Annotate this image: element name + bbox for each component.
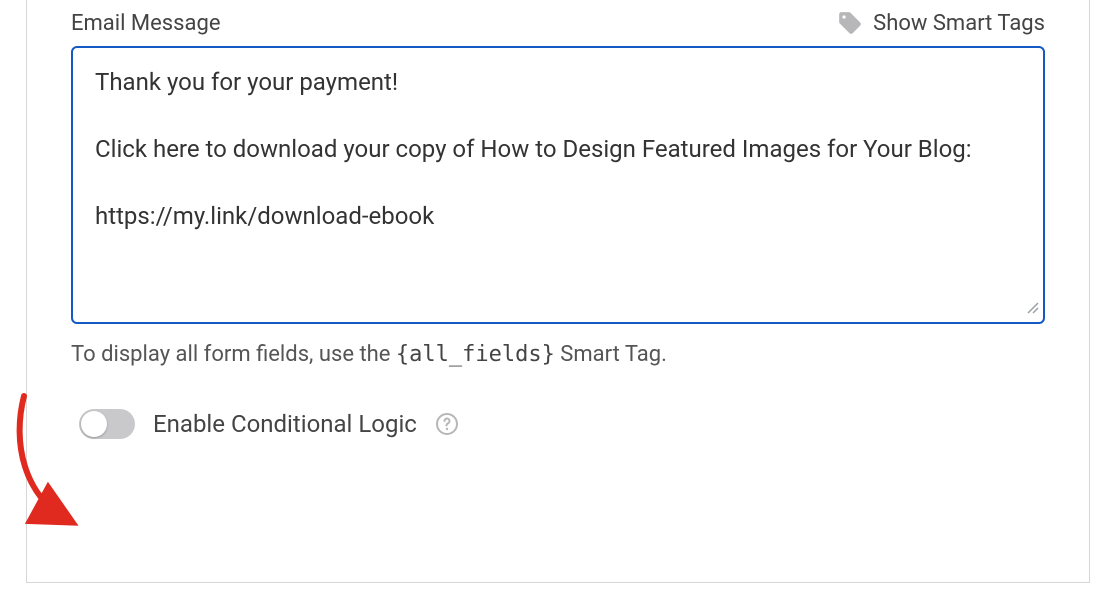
settings-panel: Email Message Show Smart Tags xyxy=(26,0,1090,583)
show-smart-tags-link[interactable]: Show Smart Tags xyxy=(837,10,1045,36)
hint-text-prefix: To display all form fields, use the xyxy=(71,342,396,367)
toggle-knob xyxy=(81,411,107,437)
conditional-logic-row: Enable Conditional Logic xyxy=(71,409,1045,439)
all-fields-hint: To display all form fields, use the {all… xyxy=(71,342,1045,367)
conditional-logic-toggle[interactable] xyxy=(79,409,135,439)
hint-text-suffix: Smart Tag. xyxy=(555,342,667,367)
email-message-label: Email Message xyxy=(71,11,221,36)
show-smart-tags-label: Show Smart Tags xyxy=(873,11,1045,36)
email-message-field-header: Email Message Show Smart Tags xyxy=(71,0,1045,36)
help-icon[interactable] xyxy=(435,412,459,436)
conditional-logic-label: Enable Conditional Logic xyxy=(153,410,417,438)
email-message-textarea[interactable] xyxy=(73,48,1043,318)
hint-smart-tag-token: {all_fields} xyxy=(396,342,555,367)
tag-icon xyxy=(837,10,863,36)
email-message-textarea-wrap xyxy=(71,46,1045,324)
